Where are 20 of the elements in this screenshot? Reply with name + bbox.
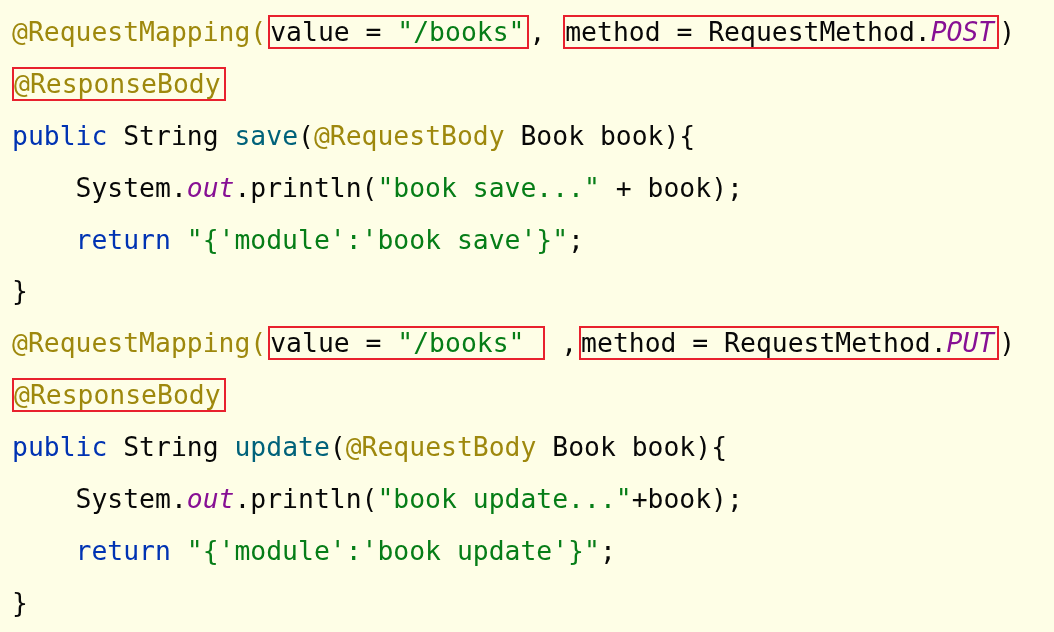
code-text: ): [999, 16, 1016, 47]
code-text: ,: [529, 16, 547, 47]
highlight-box: method = RequestMethod.POST: [563, 14, 1000, 49]
code-text: ,: [560, 328, 578, 359]
highlight-box: @ResponseBody: [12, 66, 226, 101]
code-text: public String save(@RequestBody Book book){: [12, 120, 696, 151]
code-text: public String update(@RequestBody Book book){: [12, 432, 728, 463]
code-text: return "{'module':'book save'}";: [74, 224, 584, 255]
code-text: }: [12, 587, 28, 618]
code-text: @RequestMapping(: [12, 328, 267, 359]
code-text: }: [12, 276, 28, 307]
highlight-box: value = "/books": [268, 326, 546, 361]
code-text: ): [999, 328, 1016, 359]
code-text: return "{'module':'book update'}";: [74, 535, 616, 566]
highlight-box: value = "/books": [268, 14, 530, 49]
code-text: System.out.println("book update..."+book);: [74, 483, 743, 514]
highlight-box: method = RequestMethod.PUT: [579, 326, 1000, 361]
code-text: @RequestMapping(: [12, 16, 267, 47]
highlight-box: @ResponseBody: [12, 378, 226, 413]
code-text: System.out.println("book save..." + book);: [74, 172, 743, 203]
